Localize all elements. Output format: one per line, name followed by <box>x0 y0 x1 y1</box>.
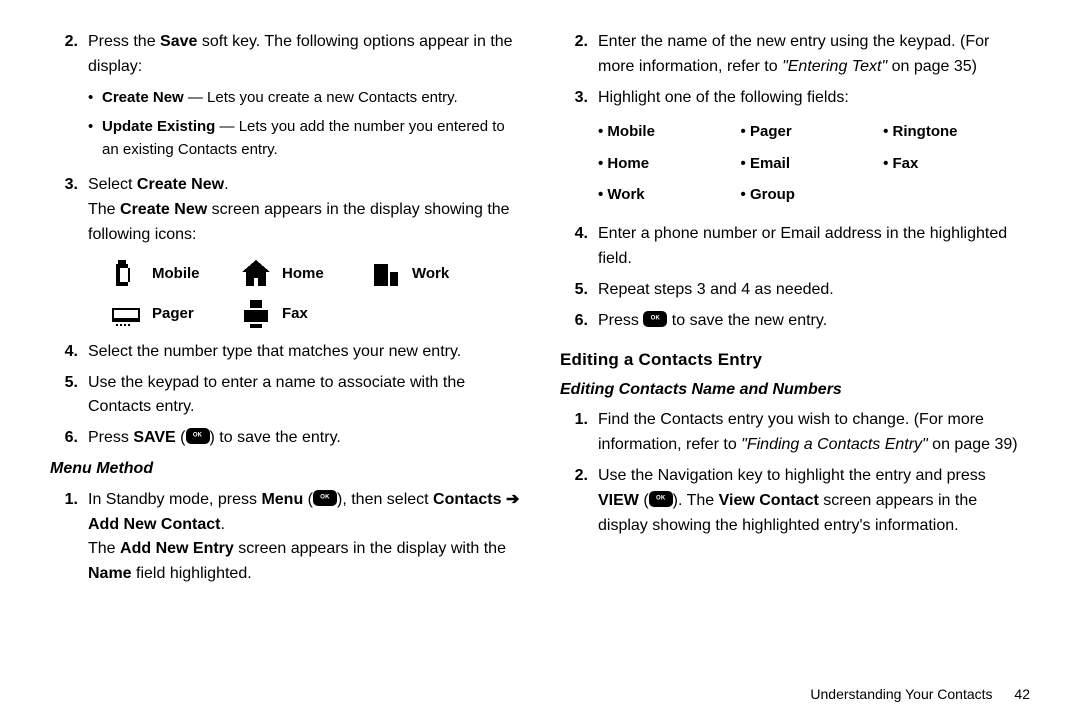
edit-step-2: 2. Use the Navigation key to highlight t… <box>560 464 1030 538</box>
menu-method-heading: Menu Method <box>50 457 520 482</box>
icon-grid: Mobile Home Work <box>110 258 520 330</box>
edit-step-1: 1. Find the Contacts entry you wish to c… <box>560 408 1030 458</box>
icon-home: Home <box>240 258 370 290</box>
fax-icon <box>240 298 272 330</box>
menu-step-1: 1. In Standby mode, press Menu (), then … <box>50 488 520 587</box>
field-ringtone: Ringtone <box>883 116 1026 147</box>
left-step-4: 4. Select the number type that matches y… <box>50 340 520 365</box>
right-step-4: 4. Enter a phone number or Email address… <box>560 222 1030 272</box>
field-grid: Mobile Pager Ringtone Home Email Fax Wor… <box>598 116 1030 210</box>
right-step-5: 5. Repeat steps 3 and 4 as needed. <box>560 278 1030 303</box>
ok-icon <box>313 490 337 506</box>
footer: Understanding Your Contacts 42 <box>810 686 1030 702</box>
icon-fax: Fax <box>240 298 370 330</box>
icon-mobile: Mobile <box>110 258 240 290</box>
right-step-3: 3. Highlight one of the following fields… <box>560 86 1030 217</box>
right-step-6: 6. Press to save the new entry. <box>560 309 1030 334</box>
field-home: Home <box>598 148 741 179</box>
ok-icon <box>186 428 210 444</box>
editing-sub-heading: Editing Contacts Name and Numbers <box>560 378 1030 403</box>
icon-work: Work <box>370 258 500 290</box>
left-step-2: 2. Press the Save soft key. The followin… <box>50 30 520 167</box>
field-email: Email <box>741 148 884 179</box>
left-step-5: 5. Use the keypad to enter a name to ass… <box>50 371 520 421</box>
right-step-2: 2. Enter the name of the new entry using… <box>560 30 1030 80</box>
field-mobile: Mobile <box>598 116 741 147</box>
field-pager: Pager <box>741 116 884 147</box>
field-group: Group <box>741 179 884 210</box>
right-column: 2. Enter the name of the new entry using… <box>540 30 1050 710</box>
bullet-update-existing: Update Existing — Lets you add the numbe… <box>88 115 520 162</box>
field-work: Work <box>598 179 741 210</box>
work-icon <box>370 258 402 290</box>
pager-icon <box>110 298 142 330</box>
editing-heading: Editing a Contacts Entry <box>560 347 1030 373</box>
page: 2. Press the Save soft key. The followin… <box>0 0 1080 720</box>
home-icon <box>240 258 272 290</box>
footer-section: Understanding Your Contacts <box>810 686 992 702</box>
ok-icon <box>643 311 667 327</box>
icon-pager: Pager <box>110 298 240 330</box>
left-column: 2. Press the Save soft key. The followin… <box>30 30 540 710</box>
left-step-6: 6. Press SAVE () to save the entry. <box>50 426 520 451</box>
field-fax: Fax <box>883 148 1026 179</box>
left-step-3: 3. Select Create New. The Create New scr… <box>50 173 520 247</box>
ok-icon <box>649 491 673 507</box>
bullet-create-new: Create New — Lets you create a new Conta… <box>88 86 520 109</box>
footer-page: 42 <box>1014 686 1030 702</box>
mobile-icon <box>110 258 142 290</box>
